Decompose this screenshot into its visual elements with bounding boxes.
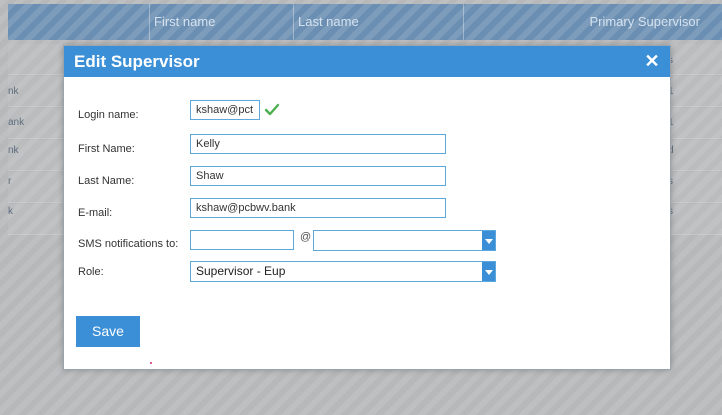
save-button[interactable]: Save — [76, 316, 140, 347]
email-label: E-mail: — [78, 207, 113, 219]
role-select[interactable]: Supervisor - Eup — [190, 261, 496, 282]
checkmark-icon — [264, 103, 280, 116]
sms-carrier-select[interactable] — [313, 230, 496, 251]
row-fragment: nk — [8, 86, 19, 97]
edit-supervisor-dialog: Edit Supervisor ✕ Login name: kshaw@pct … — [63, 45, 671, 370]
stray-dot — [150, 362, 152, 364]
chevron-down-icon[interactable] — [482, 262, 495, 281]
login-name-input[interactable]: kshaw@pct — [190, 100, 260, 120]
sms-label: SMS notifications to: — [78, 238, 179, 250]
column-header-primary-supervisor: Primary Supervisor — [463, 4, 722, 40]
last-name-input[interactable]: Shaw — [190, 166, 446, 186]
table-header: First name Last name Primary Supervisor — [8, 4, 722, 40]
row-fragment: nk — [8, 145, 19, 156]
chevron-down-icon[interactable] — [482, 231, 495, 250]
sms-number-input[interactable] — [190, 230, 294, 250]
first-name-label: First Name: — [78, 143, 135, 155]
column-header-first-name: First name — [149, 4, 294, 40]
column-header-last-name: Last name — [293, 4, 468, 40]
dialog-title: Edit Supervisor — [74, 52, 200, 71]
row-fragment: r — [8, 176, 12, 187]
row-fragment: k — [8, 206, 13, 217]
close-icon[interactable]: ✕ — [642, 51, 662, 71]
login-name-label: Login name: — [78, 109, 139, 121]
role-value: Supervisor - Eup — [196, 264, 286, 278]
row-fragment: ank — [8, 117, 25, 128]
last-name-label: Last Name: — [78, 175, 135, 187]
first-name-input[interactable]: Kelly — [190, 134, 446, 154]
email-input[interactable]: kshaw@pcbwv.bank — [190, 198, 446, 218]
at-sign: @ — [300, 231, 312, 243]
dialog-header: Edit Supervisor ✕ — [64, 46, 670, 77]
role-label: Role: — [78, 266, 104, 278]
